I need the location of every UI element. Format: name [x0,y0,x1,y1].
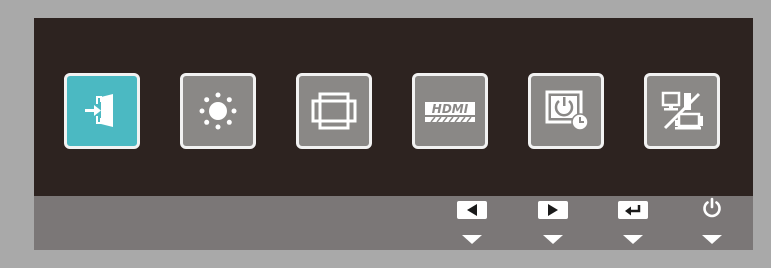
right-arrow-icon [546,201,560,220]
osd-menu-panel: HDMI [34,18,753,250]
menu-item-pc-av-mode[interactable] [644,73,720,149]
down-pointer-icon [623,235,643,244]
menu-item-power-timer[interactable] [528,73,604,149]
picture-size-icon [309,88,359,134]
menu-item-hdmi[interactable]: HDMI [412,73,488,149]
enter-return-icon [624,201,642,220]
power-timer-icon [541,88,591,134]
hdmi-icon-text: HDMI [432,102,469,116]
control-button-bar [34,196,753,250]
down-pointer-icon [543,235,563,244]
down-pointer-icon [702,235,722,244]
enter-button-face[interactable] [618,201,648,219]
menu-item-picture-size[interactable] [296,73,372,149]
menu-item-input-source[interactable] [64,73,140,149]
menu-icon-row: HDMI [64,73,722,149]
down-pointer-icon [462,235,482,244]
right-button-face[interactable] [538,201,568,219]
power-button-face[interactable] [697,197,727,219]
left-arrow-icon [465,201,479,220]
menu-item-brightness[interactable] [180,73,256,149]
hdmi-icon: HDMI [423,88,477,134]
left-button-face[interactable] [457,201,487,219]
pc-av-mode-icon [657,88,707,134]
power-icon [701,197,723,223]
input-source-icon [79,88,125,134]
brightness-icon [195,88,241,134]
